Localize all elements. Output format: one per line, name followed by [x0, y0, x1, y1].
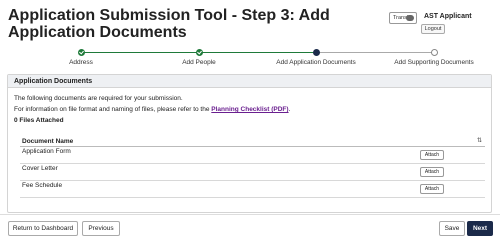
- document-name: Fee Schedule: [22, 182, 63, 189]
- user-area: Transl AST Applicant Logout: [389, 10, 495, 36]
- application-documents-panel: Application Documents The following docu…: [7, 74, 492, 213]
- step-label: Add Supporting Documents: [394, 59, 474, 66]
- translate-button[interactable]: Transl: [389, 12, 417, 24]
- check-icon: [77, 49, 85, 56]
- progress-stepper: Address Add People Add Application Docum…: [0, 49, 500, 69]
- document-name: Application Form: [22, 148, 71, 155]
- step-connector-pending: [316, 52, 434, 53]
- check-icon: [195, 49, 203, 56]
- info-text: For information on file format and namin…: [14, 106, 290, 113]
- planning-checklist-link[interactable]: Planning Checklist (PDF): [211, 106, 288, 113]
- column-header-document-name: Document Name: [22, 138, 74, 145]
- documents-table: Document Name ⇅ Application Form Attach …: [20, 136, 485, 198]
- required-text: The following documents are required for…: [14, 95, 183, 102]
- save-button[interactable]: Save: [439, 221, 465, 236]
- info-suffix: .: [288, 106, 291, 113]
- info-prefix: For information on file format and namin…: [14, 106, 212, 113]
- files-attached-count: 0 Files Attached: [14, 117, 64, 124]
- pending-step-icon: [430, 49, 438, 56]
- step-label: Address: [69, 59, 93, 66]
- step-label: Add People: [182, 59, 216, 66]
- sort-icon[interactable]: ⇅: [476, 137, 483, 145]
- attach-button[interactable]: Attach: [420, 184, 444, 194]
- user-name: AST Applicant: [424, 13, 472, 20]
- table-row: Fee Schedule Attach: [20, 181, 485, 198]
- table-row: Cover Letter Attach: [20, 164, 485, 181]
- attach-button[interactable]: Attach: [420, 150, 444, 160]
- table-row: Application Form Attach: [20, 147, 485, 164]
- previous-button[interactable]: Previous: [82, 221, 120, 236]
- page-title: Application Submission Tool - Step 3: Ad…: [8, 7, 330, 41]
- logout-button[interactable]: Logout: [421, 24, 445, 34]
- step-label: Add Application Documents: [276, 59, 356, 66]
- panel-title: Application Documents: [8, 75, 491, 88]
- footer-bar: Return to Dashboard Previous Save Next: [0, 214, 500, 241]
- attach-button[interactable]: Attach: [420, 167, 444, 177]
- next-button[interactable]: Next: [467, 221, 493, 236]
- toggle-icon: [406, 15, 414, 21]
- document-name: Cover Letter: [22, 165, 58, 172]
- current-step-icon: [312, 49, 320, 56]
- return-to-dashboard-button[interactable]: Return to Dashboard: [8, 221, 78, 236]
- table-header: Document Name ⇅: [20, 136, 485, 147]
